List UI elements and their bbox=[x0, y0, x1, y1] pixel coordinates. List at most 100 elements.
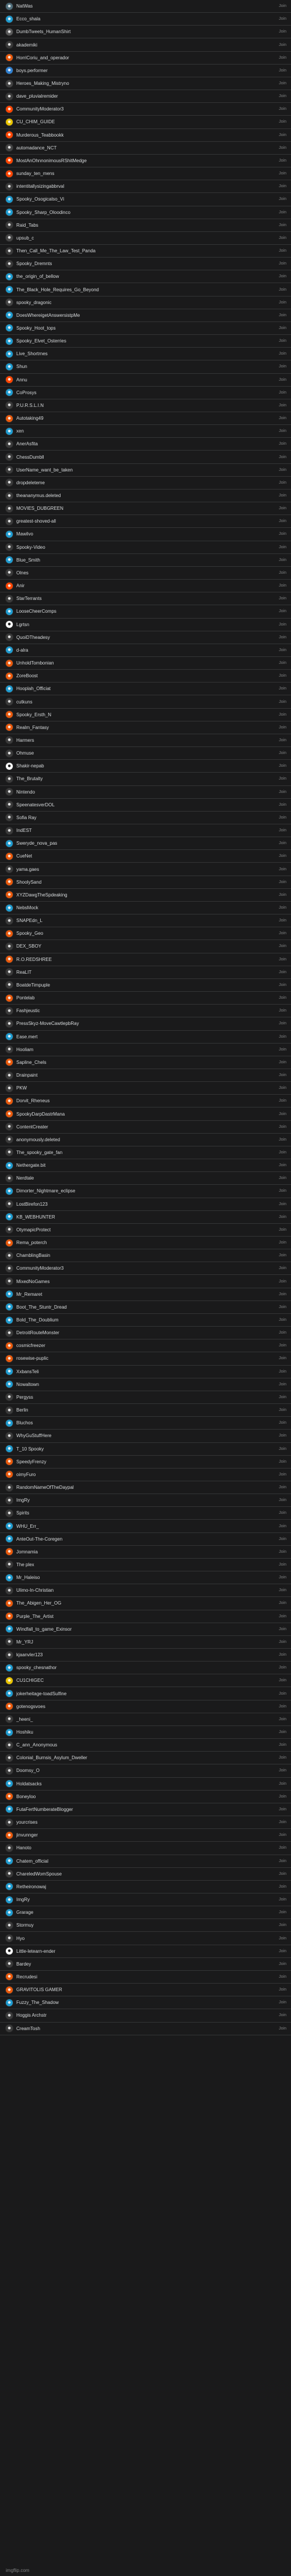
list-item[interactable]: ● Mr_Haleiso Join bbox=[0, 1571, 291, 1585]
join-button[interactable]: Join bbox=[279, 1768, 286, 1773]
list-item[interactable]: ● _heeni_ Join bbox=[0, 1713, 291, 1726]
join-button[interactable]: Join bbox=[279, 571, 286, 575]
join-button[interactable]: Join bbox=[279, 43, 286, 47]
list-item[interactable]: ● ContentCreater Join bbox=[0, 1120, 291, 1134]
join-button[interactable]: Join bbox=[279, 1885, 286, 1889]
list-item[interactable]: ● SpookyDarpDastrMana Join bbox=[0, 1107, 291, 1121]
list-item[interactable]: ● BoatdeTimpuple Join bbox=[0, 978, 291, 992]
list-item[interactable]: ● Shakir-nepab Join bbox=[0, 760, 291, 773]
list-item[interactable]: ● sunday_ten_mens Join bbox=[0, 167, 291, 181]
join-button[interactable]: Join bbox=[279, 623, 286, 627]
list-item[interactable]: ● QuoiDTheadesy Join bbox=[0, 631, 291, 644]
join-button[interactable]: Join bbox=[279, 1241, 286, 1245]
join-button[interactable]: Join bbox=[279, 1756, 286, 1760]
list-item[interactable]: ● Ulimo-In-Christian Join bbox=[0, 1584, 291, 1598]
list-item[interactable]: ● upsub_c Join bbox=[0, 231, 291, 245]
list-item[interactable]: ● spooky_chesnathor Join bbox=[0, 1662, 291, 1675]
list-item[interactable]: ● Windfall_to_game_Exinsor Join bbox=[0, 1623, 291, 1636]
list-item[interactable]: ● Boneyloo Join bbox=[0, 1790, 291, 1803]
join-button[interactable]: Join bbox=[279, 1820, 286, 1824]
join-button[interactable]: Join bbox=[279, 1511, 286, 1515]
list-item[interactable]: ● Raid_Tabs Join bbox=[0, 219, 291, 232]
join-button[interactable]: Join bbox=[279, 880, 286, 884]
list-item[interactable]: ● Nintendo Join bbox=[0, 785, 291, 799]
join-button[interactable]: Join bbox=[279, 609, 286, 613]
list-item[interactable]: ● Nerdtale Join bbox=[0, 1172, 291, 1185]
list-item[interactable]: ● ImgRy Join bbox=[0, 1893, 291, 1907]
join-button[interactable]: Join bbox=[279, 313, 286, 317]
join-button[interactable]: Join bbox=[279, 1949, 286, 1953]
list-item[interactable]: ● yourcrises Join bbox=[0, 1816, 291, 1830]
list-item[interactable]: ● Purple_The_Artist Join bbox=[0, 1610, 291, 1623]
join-button[interactable]: Join bbox=[279, 996, 286, 1000]
join-button[interactable]: Join bbox=[279, 1035, 286, 1039]
join-button[interactable]: Join bbox=[279, 1485, 286, 1489]
join-button[interactable]: Join bbox=[279, 1356, 286, 1360]
join-button[interactable]: Join bbox=[279, 661, 286, 665]
join-button[interactable]: Join bbox=[279, 1730, 286, 1734]
join-button[interactable]: Join bbox=[279, 1460, 286, 1464]
join-button[interactable]: Join bbox=[279, 1588, 286, 1592]
list-item[interactable]: ● PressSkyz-MoveCawtlepbRay Join bbox=[0, 1017, 291, 1031]
list-item[interactable]: ● Mawilvo Join bbox=[0, 528, 291, 541]
join-button[interactable]: Join bbox=[279, 1447, 286, 1451]
list-item[interactable]: ● Spooky-Video Join bbox=[0, 541, 291, 554]
list-item[interactable]: ● automadance_NCT Join bbox=[0, 141, 291, 155]
join-button[interactable]: Join bbox=[279, 1782, 286, 1786]
list-item[interactable]: ● ChamblingBasin Join bbox=[0, 1249, 291, 1263]
list-item[interactable]: ● d-alra Join bbox=[0, 644, 291, 657]
list-item[interactable]: ● yama.gaes Join bbox=[0, 863, 291, 876]
join-button[interactable]: Join bbox=[279, 687, 286, 691]
list-item[interactable]: ● Ease.mert Join bbox=[0, 1030, 291, 1044]
list-item[interactable]: ● Jomnamia Join bbox=[0, 1545, 291, 1559]
join-button[interactable]: Join bbox=[279, 1795, 286, 1799]
list-item[interactable]: ● Annu Join bbox=[0, 373, 291, 387]
list-item[interactable]: ● CueNet Join bbox=[0, 850, 291, 863]
join-button[interactable]: Join bbox=[279, 339, 286, 343]
list-item[interactable]: ● Spooky_Ersth_N Join bbox=[0, 708, 291, 721]
join-button[interactable]: Join bbox=[279, 2000, 286, 2005]
join-button[interactable]: Join bbox=[279, 1601, 286, 1605]
join-button[interactable]: Join bbox=[279, 596, 286, 601]
list-item[interactable]: ● Dimorter_Nightmare_eclipse Join bbox=[0, 1185, 291, 1198]
join-button[interactable]: Join bbox=[279, 1898, 286, 1902]
list-item[interactable]: ● ZoreBoost Join bbox=[0, 670, 291, 683]
list-item[interactable]: ● P.U.R.S.L.I.N Join bbox=[0, 399, 291, 412]
join-button[interactable]: Join bbox=[279, 1125, 286, 1129]
list-item[interactable]: ● xen Join bbox=[0, 425, 291, 438]
join-button[interactable]: Join bbox=[279, 931, 286, 935]
join-button[interactable]: Join bbox=[279, 803, 286, 807]
join-button[interactable]: Join bbox=[279, 713, 286, 717]
list-item[interactable]: ● Chatem_official Join bbox=[0, 1855, 291, 1868]
join-button[interactable]: Join bbox=[279, 1331, 286, 1335]
list-item[interactable]: ● AnteOut-The-Coregen Join bbox=[0, 1532, 291, 1546]
list-item[interactable]: ● Boot_The_Stuntr_Dread Join bbox=[0, 1300, 291, 1314]
list-item[interactable]: ● ShoolySand Join bbox=[0, 876, 291, 889]
list-item[interactable]: ● anonymously.deleted Join bbox=[0, 1133, 291, 1146]
join-button[interactable]: Join bbox=[279, 1151, 286, 1155]
list-item[interactable]: ● oimyFuro Join bbox=[0, 1468, 291, 1481]
list-item[interactable]: ● DumbTweets_HumanShirt Join bbox=[0, 26, 291, 39]
list-item[interactable]: ● cutkuns Join bbox=[0, 695, 291, 709]
join-button[interactable]: Join bbox=[279, 1575, 286, 1580]
list-item[interactable]: ● Murderous_Teabbookk Join bbox=[0, 128, 291, 142]
list-item[interactable]: ● Little-letearn-ender Join bbox=[0, 1945, 291, 1958]
join-button[interactable]: Join bbox=[279, 1962, 286, 1966]
join-button[interactable]: Join bbox=[279, 1138, 286, 1142]
list-item[interactable]: ● Colonial_Burnsis_Asylum_Dweller Join bbox=[0, 1752, 291, 1765]
join-button[interactable]: Join bbox=[279, 700, 286, 704]
list-item[interactable]: ● Drainpaint Join bbox=[0, 1069, 291, 1082]
list-item[interactable]: ● DoesWhereigetAnswersistpMe Join bbox=[0, 309, 291, 322]
join-button[interactable]: Join bbox=[279, 506, 286, 510]
list-item[interactable]: ● CommunityModerator3 Join bbox=[0, 1262, 291, 1276]
list-item[interactable]: ● Hooplah_Officiat Join bbox=[0, 683, 291, 696]
join-button[interactable]: Join bbox=[279, 1060, 286, 1064]
list-item[interactable]: ● Pergyss Join bbox=[0, 1391, 291, 1405]
join-button[interactable]: Join bbox=[279, 1524, 286, 1528]
list-item[interactable]: ● boys.performer Join bbox=[0, 64, 291, 77]
join-button[interactable]: Join bbox=[279, 519, 286, 523]
list-item[interactable]: ● Hyo Join bbox=[0, 1932, 291, 1945]
join-button[interactable]: Join bbox=[279, 1975, 286, 1979]
join-button[interactable]: Join bbox=[279, 726, 286, 730]
list-item[interactable]: ● Spooky_Dremnts Join bbox=[0, 258, 291, 271]
